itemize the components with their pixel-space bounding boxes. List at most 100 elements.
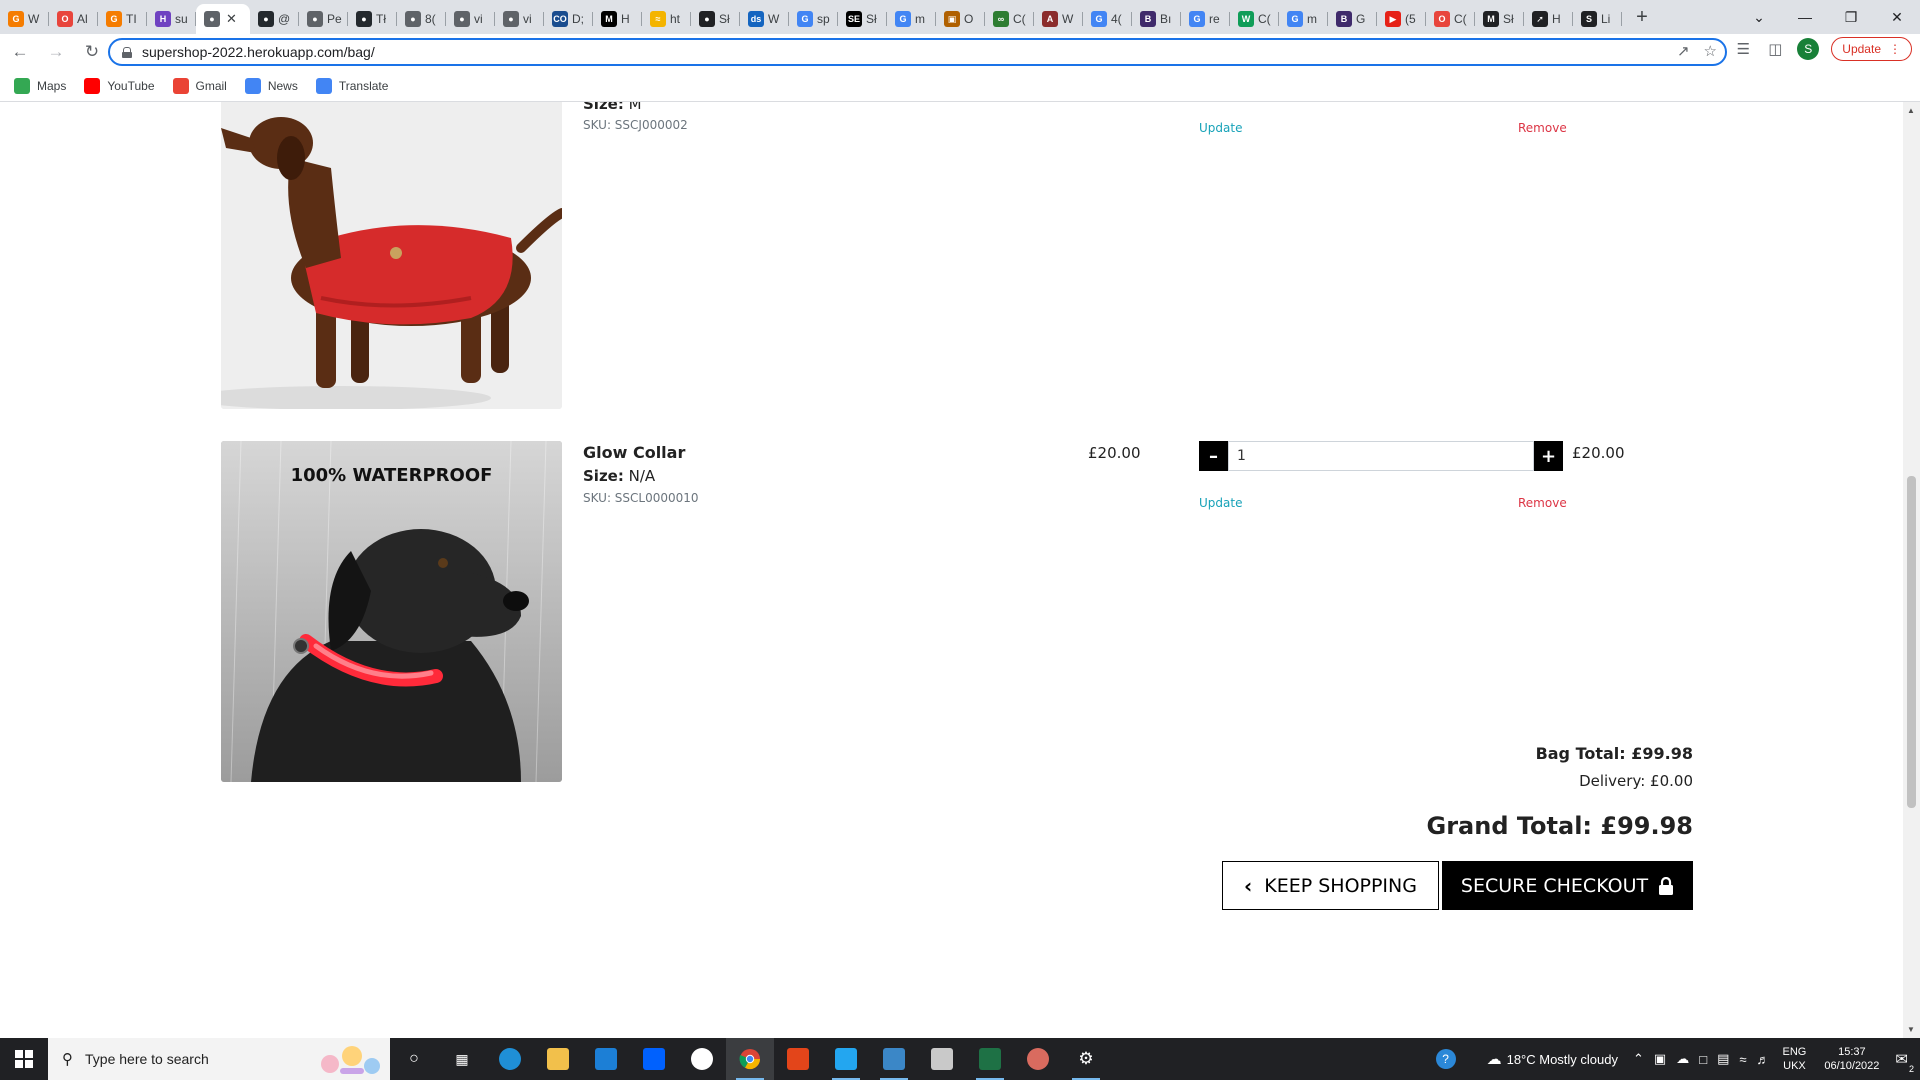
browser-tab[interactable]: ∞ C( — [985, 4, 1034, 34]
app-icon[interactable] — [918, 1038, 966, 1080]
dropbox-icon[interactable] — [630, 1038, 678, 1080]
bookmark-item[interactable]: Maps — [14, 77, 66, 94]
page-scrollbar[interactable]: ▲ ▼ — [1903, 102, 1920, 1038]
side-panel-icon[interactable]: ◫ — [1765, 40, 1785, 58]
browser-tab[interactable]: ● vi — [446, 4, 495, 34]
tab-search-icon[interactable]: ⌄ — [1736, 0, 1782, 34]
product-image-glow-collar[interactable]: 100% WATERPROOF — [221, 441, 562, 782]
browser-tab[interactable]: G TI — [98, 4, 147, 34]
volume-icon[interactable]: ♬ — [1757, 1052, 1770, 1067]
bookmark-star-icon[interactable]: ☆ — [1704, 42, 1717, 60]
help-icon[interactable]: ? — [1435, 1049, 1456, 1069]
close-window-icon[interactable]: ✕ — [1874, 0, 1920, 34]
scroll-thumb[interactable] — [1907, 476, 1916, 808]
browser-tab[interactable]: ● ✕ — [196, 4, 250, 34]
browser-tab[interactable]: B Bı — [1132, 4, 1181, 34]
start-button[interactable] — [0, 1038, 48, 1080]
browser-tab[interactable]: O C( — [1426, 4, 1475, 34]
file-explorer-icon[interactable] — [534, 1038, 582, 1080]
browser-tab[interactable]: CO D; — [544, 4, 593, 34]
restore-icon[interactable]: ❐ — [1828, 0, 1874, 34]
browser-tab[interactable]: BG — [1328, 4, 1377, 34]
secure-checkout-button[interactable]: SECURE CHECKOUT — [1442, 861, 1693, 910]
increment-button[interactable]: + — [1534, 441, 1563, 471]
wifi-icon[interactable]: ≈ — [1739, 1052, 1746, 1067]
browser-tab[interactable]: Hsu — [147, 4, 196, 34]
task-view-icon[interactable]: ▦ — [438, 1038, 486, 1080]
remove-link[interactable]: Remove — [1518, 496, 1567, 510]
browser-tab[interactable]: ➚ H — [1524, 4, 1573, 34]
bookmark-item[interactable]: Gmail — [172, 77, 227, 94]
photos-icon[interactable] — [870, 1038, 918, 1080]
browser-tab[interactable]: ● 8( — [397, 4, 446, 34]
settings-icon[interactable]: ⚙ — [1062, 1038, 1110, 1080]
back-icon[interactable]: ← — [4, 36, 36, 68]
weather-cloud-icon[interactable]: ☁ — [1487, 1050, 1502, 1068]
notifications-icon[interactable]: ✉ 2 — [1895, 1050, 1914, 1074]
browser-tab[interactable]: Gsp — [789, 4, 838, 34]
new-tab-button[interactable]: + — [1626, 2, 1658, 32]
weather-text[interactable]: 18°C Mostly cloudy — [1507, 1052, 1618, 1067]
remove-link[interactable]: Remove — [1518, 121, 1567, 135]
chrome-update-button[interactable]: Update ⋮ — [1831, 37, 1912, 61]
scroll-down-icon[interactable]: ▼ — [1907, 1025, 1915, 1034]
decrement-button[interactable]: – — [1199, 441, 1228, 471]
keep-shopping-button[interactable]: ‹ KEEP SHOPPING — [1222, 861, 1439, 910]
bookmark-item[interactable]: Translate — [315, 77, 388, 94]
browser-tab[interactable]: GW — [0, 4, 49, 34]
browser-tab[interactable]: Gm — [887, 4, 936, 34]
close-tab-icon[interactable]: ✕ — [226, 11, 237, 27]
browser-tab[interactable]: ▣ O — [936, 4, 985, 34]
share-icon[interactable]: ↗ — [1677, 42, 1690, 60]
browser-tab[interactable]: O Al — [49, 4, 98, 34]
language-indicator[interactable]: ENG UKX — [1783, 1045, 1807, 1073]
github-desktop-icon[interactable] — [678, 1038, 726, 1080]
cortana-icon[interactable]: ○ — [390, 1038, 438, 1080]
battery-icon[interactable]: ▣ — [1654, 1051, 1666, 1067]
edge-icon[interactable] — [486, 1038, 534, 1080]
media-control-icon[interactable]: ☰ — [1733, 40, 1753, 58]
browser-tab[interactable]: ds W — [740, 4, 789, 34]
office-icon[interactable] — [774, 1038, 822, 1080]
chevron-up-icon[interactable]: ⌃ — [1633, 1051, 1644, 1067]
chrome-icon[interactable] — [726, 1038, 774, 1080]
profile-avatar[interactable]: S — [1797, 38, 1820, 60]
bookmark-item[interactable]: News — [244, 77, 298, 94]
taskbar-search[interactable]: ⚲ Type here to search — [48, 1038, 390, 1080]
quantity-input[interactable]: 1 — [1228, 441, 1534, 471]
bookmark-item[interactable]: YouTube — [84, 77, 155, 94]
clock[interactable]: 15:37 06/10/2022 — [1824, 1045, 1879, 1073]
browser-tab[interactable]: ● @ — [250, 4, 299, 34]
browser-tab[interactable]: Gre — [1181, 4, 1230, 34]
browser-tab[interactable]: M Sł — [1475, 4, 1524, 34]
browser-tab[interactable]: W C( — [1230, 4, 1279, 34]
app-icon[interactable] — [1014, 1038, 1062, 1080]
scroll-up-icon[interactable]: ▲ — [1907, 106, 1915, 115]
browser-tab[interactable]: ● Tł — [348, 4, 397, 34]
mail-icon[interactable] — [582, 1038, 630, 1080]
reload-icon[interactable]: ↻ — [76, 36, 108, 68]
browser-tab[interactable]: ▶ (5 — [1377, 4, 1426, 34]
browser-tab[interactable]: AW — [1034, 4, 1083, 34]
browser-tab[interactable]: ● Pe — [299, 4, 348, 34]
browser-tab[interactable]: S Li — [1573, 4, 1622, 34]
browser-tab[interactable]: ≈ ht — [642, 4, 691, 34]
browser-tab[interactable]: ● vi — [495, 4, 544, 34]
browser-tab[interactable]: ● Sł — [691, 4, 740, 34]
update-link[interactable]: Update — [1199, 121, 1242, 135]
url-text[interactable]: supershop-2022.herokuapp.com/bag/ — [142, 44, 375, 60]
browser-tab[interactable]: Gm — [1279, 4, 1328, 34]
address-bar[interactable]: supershop-2022.herokuapp.com/bag/ ↗ ☆ — [108, 38, 1727, 66]
lock-icon[interactable] — [122, 46, 132, 58]
browser-tab[interactable]: MH — [593, 4, 642, 34]
excel-icon[interactable] — [966, 1038, 1014, 1080]
device-icon[interactable]: □ — [1699, 1052, 1707, 1067]
browser-tab[interactable]: SE Sł — [838, 4, 887, 34]
product-image-red-jacket[interactable] — [221, 102, 562, 409]
update-link[interactable]: Update — [1199, 496, 1242, 510]
forward-icon[interactable]: → — [40, 36, 72, 68]
onedrive-icon[interactable]: ☁ — [1676, 1051, 1689, 1067]
network-icon[interactable]: ▤ — [1717, 1051, 1729, 1067]
minimize-icon[interactable]: — — [1782, 0, 1828, 34]
browser-tab[interactable]: G 4( — [1083, 4, 1132, 34]
